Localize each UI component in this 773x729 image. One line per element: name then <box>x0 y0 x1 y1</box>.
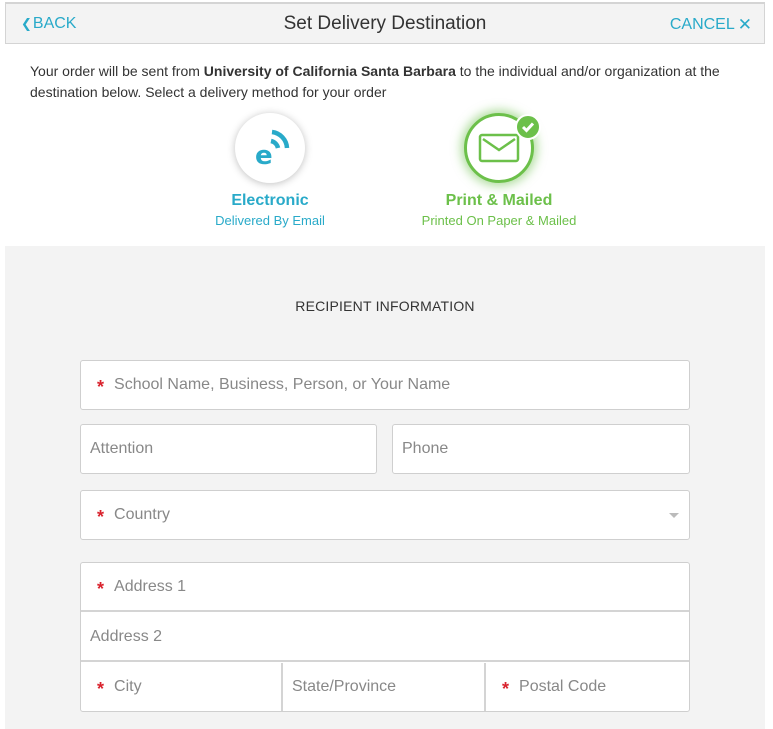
electronic-sublabel: Delivered By Email <box>215 213 325 228</box>
state-placeholder: State/Province <box>292 678 397 695</box>
selected-check-icon <box>515 114 541 140</box>
city-input[interactable]: * City <box>81 663 283 711</box>
electronic-icon-circle: e <box>235 113 305 183</box>
address1-placeholder: Address 1 <box>114 577 187 595</box>
recipient-name-input[interactable]: * School Name, Business, Person, or Your… <box>80 360 690 410</box>
cancel-label: CANCEL <box>669 16 735 33</box>
address-group: * Address 1 Address 2 * City State/Provi… <box>80 562 690 712</box>
recipient-name-placeholder: School Name, Business, Person, or Your N… <box>114 376 451 393</box>
phone-input[interactable]: Phone <box>392 424 690 474</box>
section-title: RECIPIENT INFORMATION <box>295 298 475 314</box>
required-asterisk-icon: * <box>97 377 105 397</box>
svg-text:e: e <box>255 141 273 168</box>
attention-input[interactable]: Attention <box>80 424 377 474</box>
dropdown-caret-icon <box>669 513 679 518</box>
address2-placeholder: Address 2 <box>90 627 163 645</box>
required-asterisk-icon: * <box>97 679 105 699</box>
intro-text: Your order will be sent from University … <box>30 61 750 103</box>
postal-code-input[interactable]: * Postal Code <box>486 663 689 711</box>
mailed-sublabel: Printed On Paper & Mailed <box>421 213 577 228</box>
electronic-label: Electronic <box>231 192 309 209</box>
required-asterisk-icon: * <box>97 578 105 599</box>
page-title: Set Delivery Destination <box>283 13 487 34</box>
required-asterisk-icon: * <box>97 507 105 527</box>
address1-input[interactable]: * Address 1 <box>81 563 689 612</box>
intro-prefix: Your order will be sent from <box>30 63 204 79</box>
mailed-label: Print & Mailed <box>445 192 553 209</box>
institution-name: University of California Santa Barbara <box>203 63 456 79</box>
postal-code-placeholder: Postal Code <box>519 678 607 695</box>
close-icon: ✕ <box>737 15 752 34</box>
required-asterisk-icon: * <box>502 679 510 699</box>
envelope-icon <box>478 133 520 163</box>
country-select[interactable]: * Country <box>80 490 690 540</box>
delivery-option-electronic[interactable]: e Electronic Delivered By Email <box>180 113 360 228</box>
cancel-button[interactable]: CANCEL ✕ <box>670 15 752 35</box>
header-bar: ❮ BACK Set Delivery Destination CANCEL ✕ <box>5 2 765 44</box>
recipient-form: RECIPIENT INFORMATION * School Name, Bus… <box>5 246 765 729</box>
phone-placeholder: Phone <box>402 440 449 457</box>
attention-placeholder: Attention <box>90 440 154 457</box>
delivery-option-print-mailed[interactable]: Print & Mailed Printed On Paper & Mailed <box>409 113 589 228</box>
address2-input[interactable]: Address 2 <box>81 613 689 662</box>
mailed-icon-circle <box>464 113 541 183</box>
city-placeholder: City <box>114 678 142 695</box>
state-input[interactable]: State/Province <box>283 663 486 711</box>
country-placeholder: Country <box>114 506 171 523</box>
e-delivery-icon: e <box>255 129 290 168</box>
